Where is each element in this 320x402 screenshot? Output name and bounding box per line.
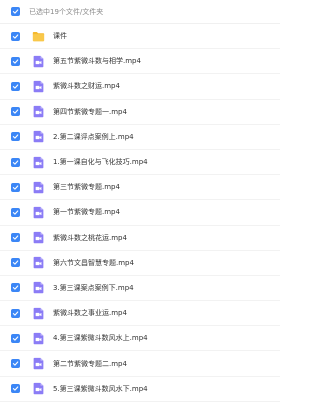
- file-name: 1.第一课自化与飞化技巧.mp4: [53, 158, 148, 167]
- item-checkbox[interactable]: [11, 157, 20, 167]
- file-row[interactable]: 第六节文昌智慧专题.mp4: [0, 250, 280, 276]
- item-checkbox[interactable]: [11, 233, 20, 243]
- item-checkbox[interactable]: [11, 31, 20, 41]
- video-icon: [32, 156, 45, 169]
- file-row[interactable]: 紫微斗数之桃花运.mp4: [0, 225, 280, 251]
- video-icon: [32, 231, 45, 244]
- select-all-checkbox[interactable]: [11, 7, 20, 16]
- file-name: 第二节紫微专题二.mp4: [53, 359, 127, 368]
- item-checkbox[interactable]: [11, 359, 20, 369]
- file-name: 4.第三课紫微斗数风水上.mp4: [53, 334, 148, 343]
- folder-icon: [32, 30, 45, 43]
- checkmark-icon: [12, 235, 19, 240]
- checkmark-icon: [12, 9, 19, 14]
- file-name: 第一节紫微专题.mp4: [53, 208, 120, 217]
- checkmark-icon: [12, 285, 19, 291]
- file-row[interactable]: 3.第三课案点案例下.mp4: [0, 275, 280, 302]
- checkmark-icon: [12, 260, 19, 265]
- item-checkbox[interactable]: [11, 182, 20, 192]
- checkmark-icon: [12, 159, 19, 165]
- video-icon: [32, 206, 45, 219]
- file-row[interactable]: 第二节紫微专题二.mp4: [0, 351, 280, 377]
- file-row[interactable]: 第四节紫微专题一.mp4: [0, 99, 280, 125]
- checkmark-icon: [12, 109, 19, 114]
- video-icon: [32, 181, 45, 194]
- file-row[interactable]: 2.第二课评点案例上.mp4: [0, 124, 280, 150]
- file-row[interactable]: 1.第一课自化与飞化技巧.mp4: [0, 149, 280, 176]
- checkmark-icon: [12, 311, 19, 316]
- video-icon: [32, 80, 45, 93]
- video-icon: [32, 256, 45, 269]
- item-checkbox[interactable]: [11, 333, 20, 343]
- checkmark-icon: [12, 210, 19, 215]
- video-icon: [32, 55, 45, 68]
- file-name: 第三节紫微专题.mp4: [53, 183, 120, 192]
- video-icon: [32, 281, 45, 294]
- file-list: 课件第五节紫微斗数与相学.mp4 紫微斗数之财运.mp4 第四节紫微专题一.mp4 2…: [0, 24, 280, 402]
- file-row[interactable]: 第三节紫微专题.mp4: [0, 175, 280, 201]
- file-name: 3.第三课案点案例下.mp4: [53, 283, 134, 292]
- checkmark-icon: [12, 361, 19, 366]
- video-icon: [32, 357, 45, 370]
- file-row[interactable]: 紫微斗数之事业运.mp4: [0, 301, 280, 327]
- checkmark-icon: [12, 84, 19, 89]
- item-checkbox[interactable]: [11, 56, 20, 66]
- file-row[interactable]: 第五节紫微斗数与相学.mp4: [0, 49, 280, 75]
- file-name: 5.第三课紫微斗数风水下.mp4: [53, 384, 148, 393]
- file-row[interactable]: 4.第三课紫微斗数风水上.mp4: [0, 326, 280, 352]
- item-checkbox[interactable]: [11, 283, 20, 293]
- file-row[interactable]: 紫微斗数之财运.mp4: [0, 74, 280, 100]
- file-name: 2.第二课评点案例上.mp4: [53, 132, 134, 141]
- checkmark-icon: [12, 33, 19, 39]
- selection-header: 已选中19个文件/文件夹: [0, 0, 280, 24]
- folder-row[interactable]: 课件: [0, 24, 280, 50]
- checkmark-icon: [12, 134, 19, 140]
- item-checkbox[interactable]: [11, 258, 20, 268]
- file-row[interactable]: 5.第三课紫微斗数风水下.mp4: [0, 376, 280, 402]
- item-checkbox[interactable]: [11, 308, 20, 318]
- video-icon: [32, 382, 45, 395]
- video-icon: [32, 105, 45, 118]
- file-name: 紫微斗数之桃花运.mp4: [53, 233, 127, 242]
- file-name: 第四节紫微专题一.mp4: [53, 107, 127, 116]
- item-checkbox[interactable]: [11, 132, 20, 142]
- checkmark-icon: [12, 336, 19, 341]
- checkmark-icon: [12, 386, 19, 391]
- video-icon: [32, 332, 45, 345]
- item-checkbox[interactable]: [11, 107, 20, 117]
- file-name: 紫微斗数之事业运.mp4: [53, 309, 127, 318]
- item-checkbox[interactable]: [11, 384, 20, 394]
- video-icon: [32, 307, 45, 320]
- item-checkbox[interactable]: [11, 81, 20, 91]
- checkmark-icon: [12, 185, 19, 190]
- file-name: 第六节文昌智慧专题.mp4: [53, 258, 134, 267]
- file-name: 课件: [53, 32, 67, 41]
- selection-count-text: 已选中19个文件/文件夹: [29, 7, 104, 16]
- item-checkbox[interactable]: [11, 207, 20, 217]
- file-name: 第五节紫微斗数与相学.mp4: [53, 57, 141, 66]
- checkmark-icon: [12, 59, 19, 64]
- file-name: 紫微斗数之财运.mp4: [53, 82, 120, 91]
- video-icon: [32, 130, 45, 143]
- file-row[interactable]: 第一节紫微专题.mp4: [0, 200, 280, 226]
